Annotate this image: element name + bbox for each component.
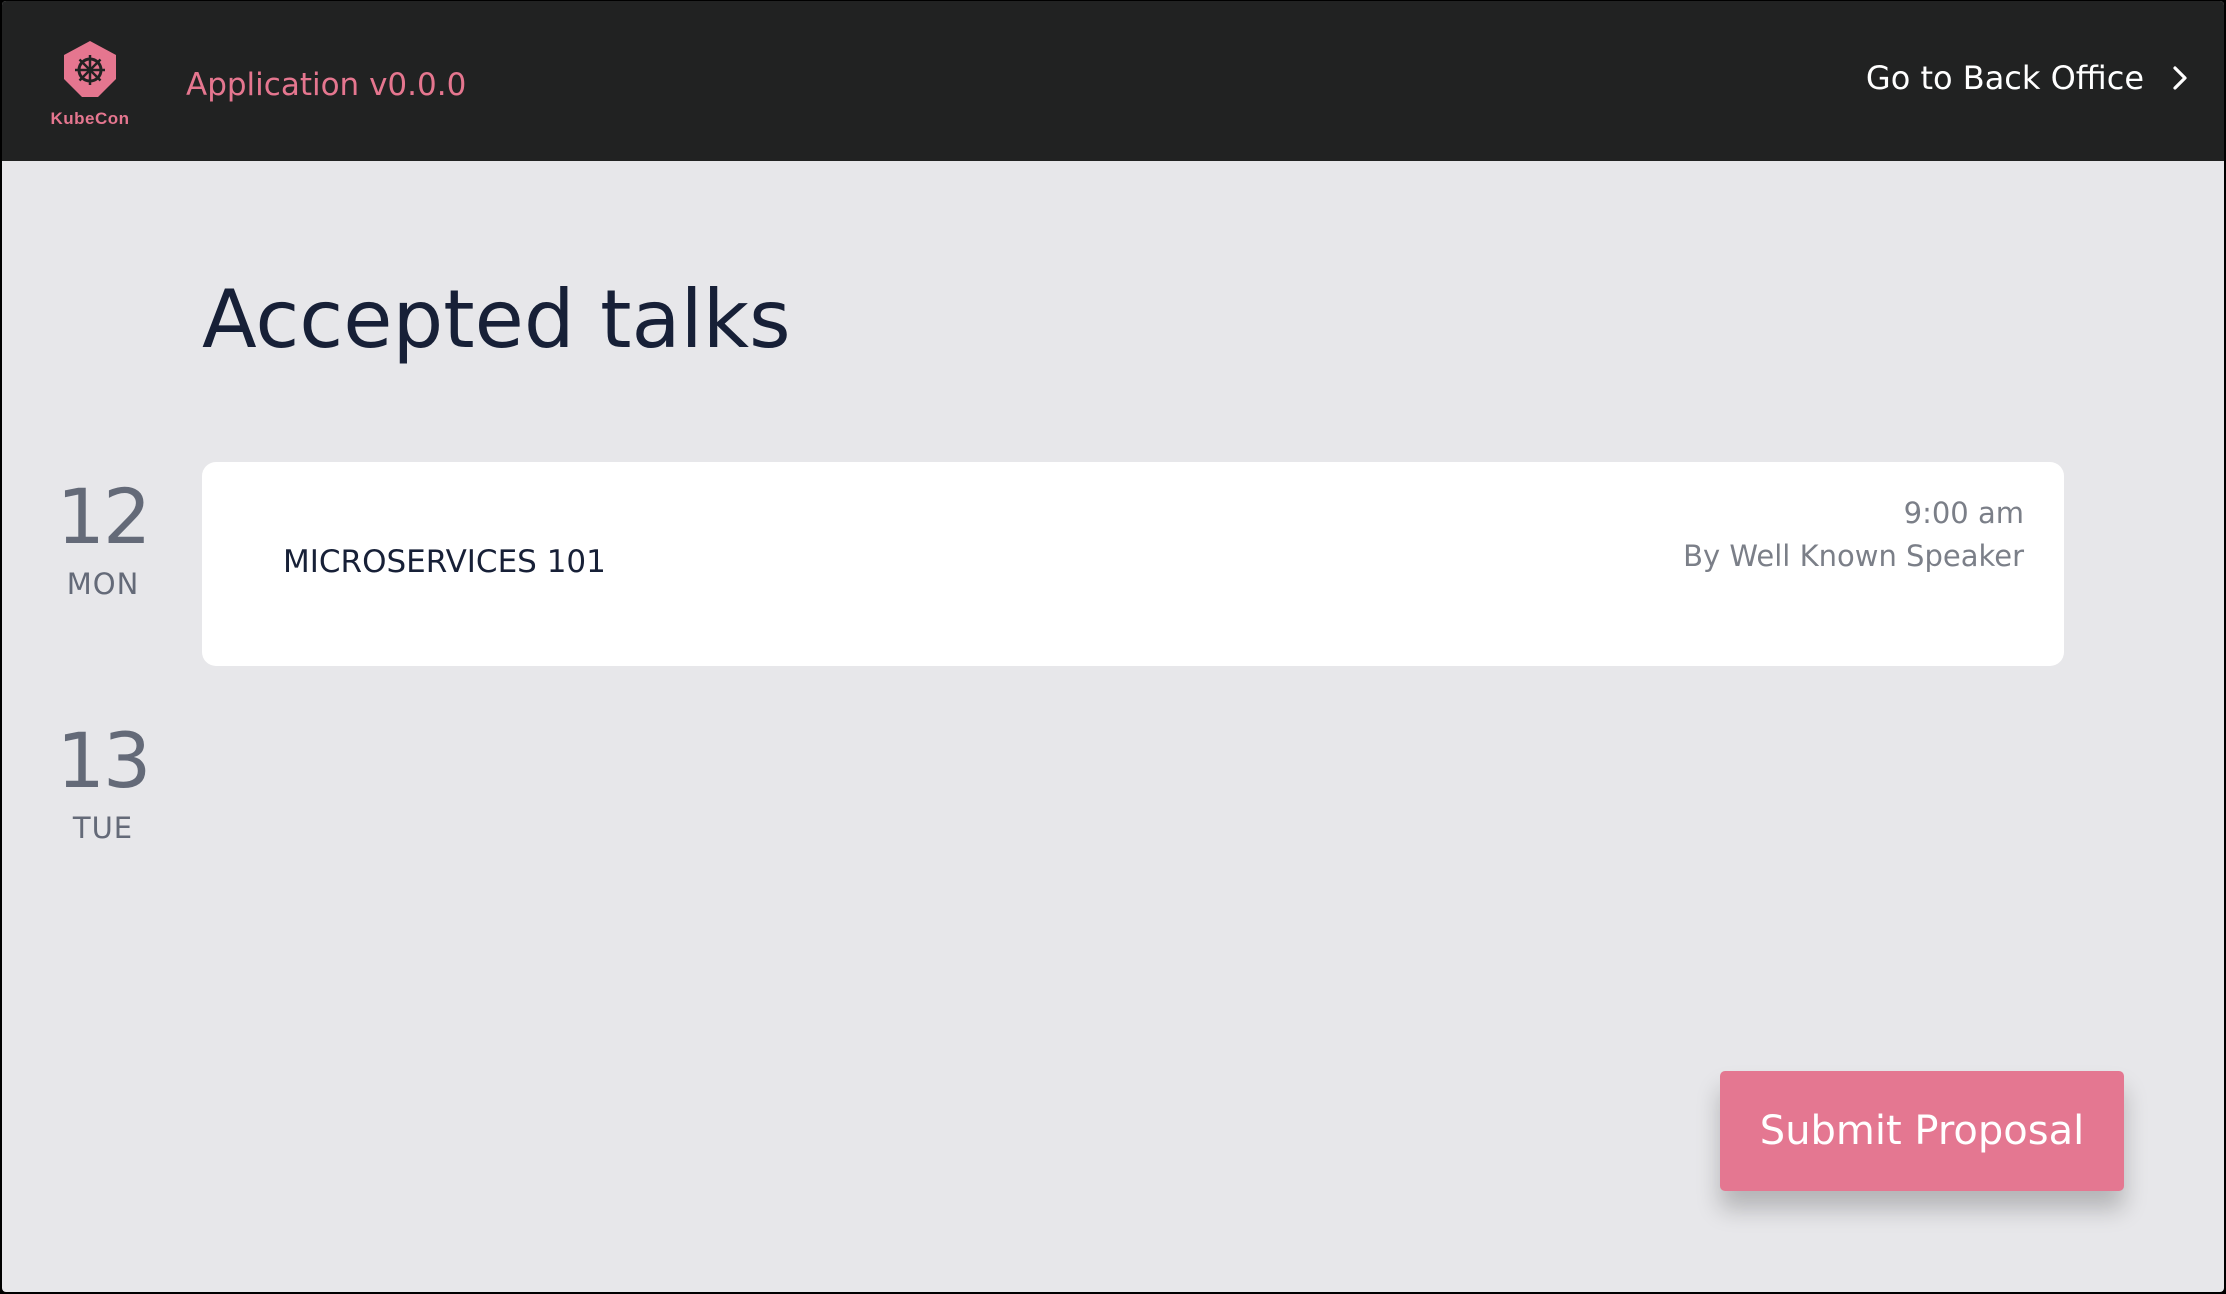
app-window: KubeCon Application v0.0.0 Go to Back Of… xyxy=(2,1,2224,1292)
talk-title: MICROSERVICES 101 xyxy=(283,544,606,580)
talk-time: 9:00 am xyxy=(1903,496,2024,530)
day-weekday: MON xyxy=(66,567,140,601)
page-title: Accepted talks xyxy=(202,273,791,366)
day-label-13: 13 TUE xyxy=(42,716,164,846)
back-office-link[interactable]: Go to Back Office xyxy=(1866,59,2190,97)
talk-speaker: By Well Known Speaker xyxy=(1683,539,2024,573)
talk-meta: 9:00 am By Well Known Speaker xyxy=(1683,492,2024,578)
back-office-label: Go to Back Office xyxy=(1865,59,2144,97)
logo-text: KubeCon xyxy=(50,109,130,128)
submit-proposal-button[interactable]: Submit Proposal xyxy=(1720,1071,2124,1191)
kubecon-logo[interactable]: KubeCon xyxy=(46,37,134,137)
day-number: 12 xyxy=(56,472,152,561)
top-bar: KubeCon Application v0.0.0 Go to Back Of… xyxy=(2,1,2224,161)
app-version: Application v0.0.0 xyxy=(186,67,467,103)
chevron-right-icon xyxy=(2173,66,2187,90)
talk-card[interactable]: MICROSERVICES 101 9:00 am By Well Known … xyxy=(202,462,2064,666)
day-label-12: 12 MON xyxy=(42,472,164,602)
kubecon-helm-icon xyxy=(64,41,116,97)
day-weekday: TUE xyxy=(72,811,134,845)
day-number: 13 xyxy=(56,716,152,805)
